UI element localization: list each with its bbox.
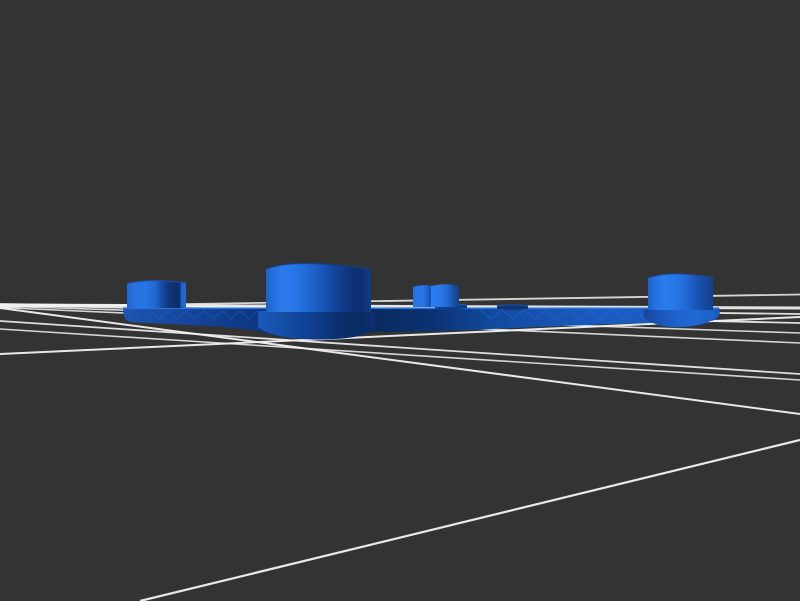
right-boss-cylinder xyxy=(648,274,713,310)
scene-canvas xyxy=(0,0,800,601)
big-boss-cylinder xyxy=(266,263,371,312)
mid-boss-cylinder-left xyxy=(413,285,433,307)
viewport-3d[interactable] xyxy=(0,0,800,601)
left-boss-cylinder xyxy=(127,281,186,308)
mid-boss-cylinder-right xyxy=(431,284,459,307)
